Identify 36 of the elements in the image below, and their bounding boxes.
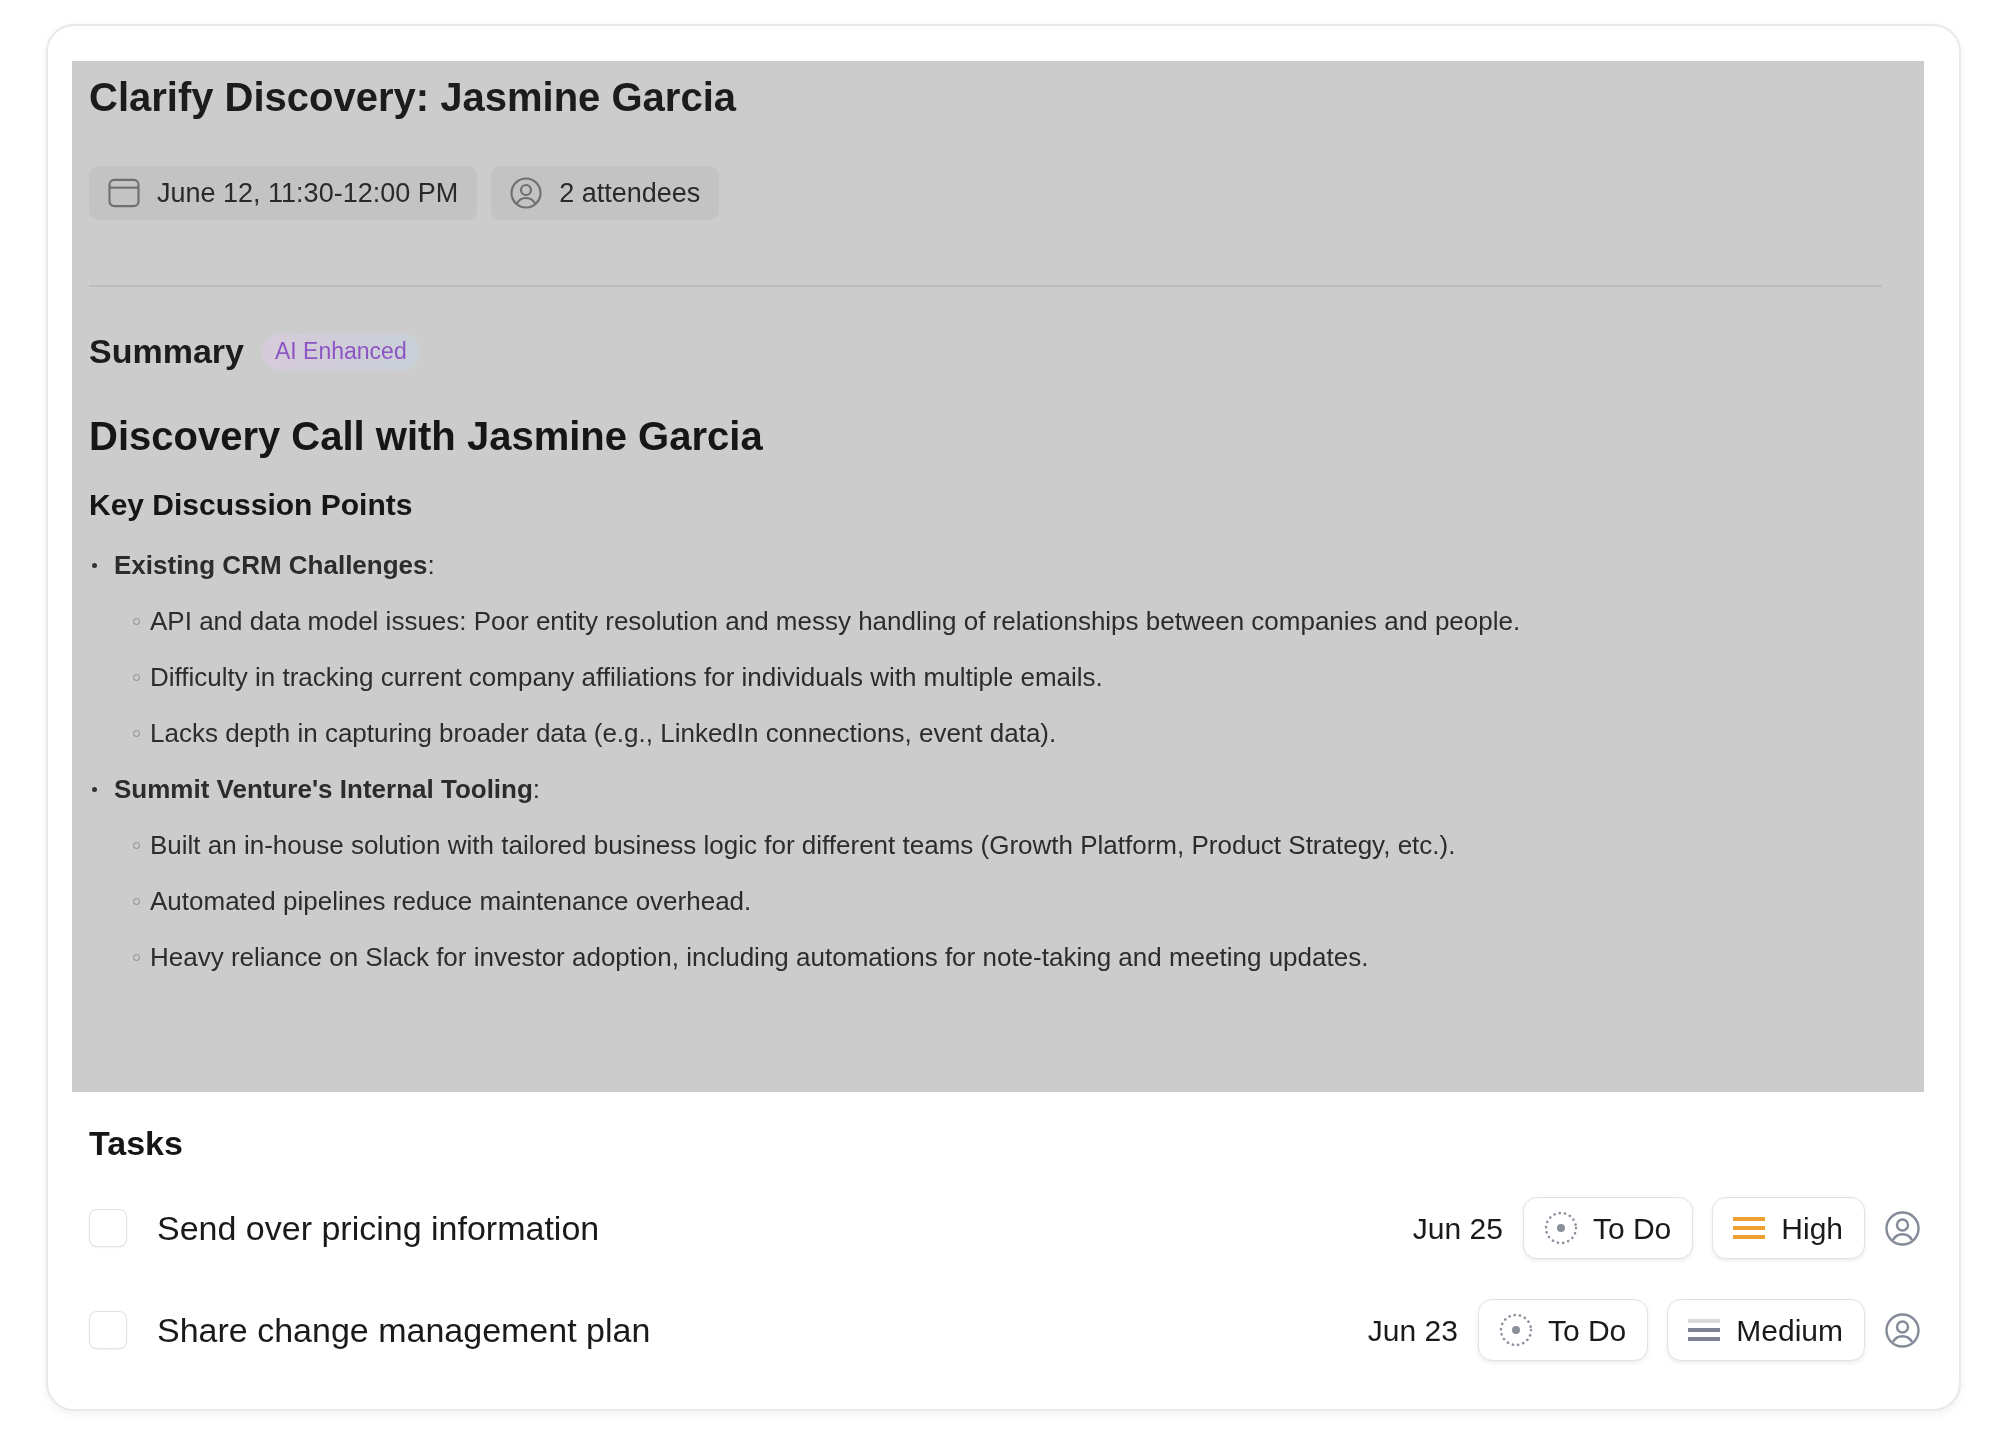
user-icon[interactable] — [1885, 1312, 1920, 1348]
summary-title: Discovery Call with Jasmine Garcia — [89, 413, 764, 460]
tasks-heading: Tasks — [89, 1123, 184, 1164]
meeting-title: Clarify Discovery: Jasmine Garcia — [89, 74, 738, 121]
meta-chip[interactable]: June 12, 11:30-12:00 PM — [89, 166, 478, 220]
ai-enhanced-badge: AI Enhanced — [261, 333, 420, 370]
bars-icon — [1733, 1217, 1766, 1239]
bullet-text: Automated pipelines reduce maintenance overhead. — [150, 884, 752, 918]
bullet-text: Built an in-house solution with tailored business logic for different teams (Growth Platform, Product Strategy, etc.). — [150, 828, 1456, 862]
priority-button[interactable]: High — [1712, 1197, 1865, 1259]
bullet-text: Existing CRM Challenges: — [114, 548, 435, 582]
meta-chip[interactable]: 2 attendees — [491, 166, 720, 220]
bullet-icon — [92, 786, 97, 792]
calendar-icon — [108, 178, 140, 208]
bullet-text: Lacks depth in capturing broader data (e.g., LinkedIn connections, event data). — [150, 716, 1057, 750]
priority-button[interactable]: Medium — [1667, 1299, 1865, 1361]
summary-heading: Summary — [89, 331, 244, 372]
bullet-icon — [92, 562, 97, 568]
checkbox[interactable] — [89, 1209, 127, 1247]
bullet-text: API and data model issues: Poor entity resolution and messy handling of relationships between companies and people. — [150, 604, 1521, 638]
status-button[interactable]: To Do — [1522, 1197, 1694, 1259]
task-title: Share change management plan — [157, 1309, 651, 1351]
bullet-text: Summit Venture's Internal Tooling: — [114, 772, 541, 806]
dotted-circle-icon — [1498, 1313, 1533, 1347]
due-date: Jun 25 — [1412, 1210, 1503, 1247]
bars-icon — [1688, 1319, 1721, 1341]
task-title: Send over pricing information — [157, 1207, 600, 1249]
section-heading: Key Discussion Points — [89, 487, 414, 523]
bullet-text: Heavy reliance on Slack for investor adoption, including automations for note-taking and meeting updates. — [150, 940, 1369, 974]
user-icon — [510, 177, 543, 209]
dotted-circle-icon — [1543, 1211, 1578, 1245]
due-date: Jun 23 — [1367, 1312, 1458, 1349]
user-icon[interactable] — [1885, 1210, 1920, 1246]
bullet-text: Difficulty in tracking current company affiliations for individuals with multiple emails. — [150, 660, 1103, 694]
checkbox[interactable] — [89, 1311, 127, 1349]
status-button[interactable]: To Do — [1477, 1299, 1649, 1361]
